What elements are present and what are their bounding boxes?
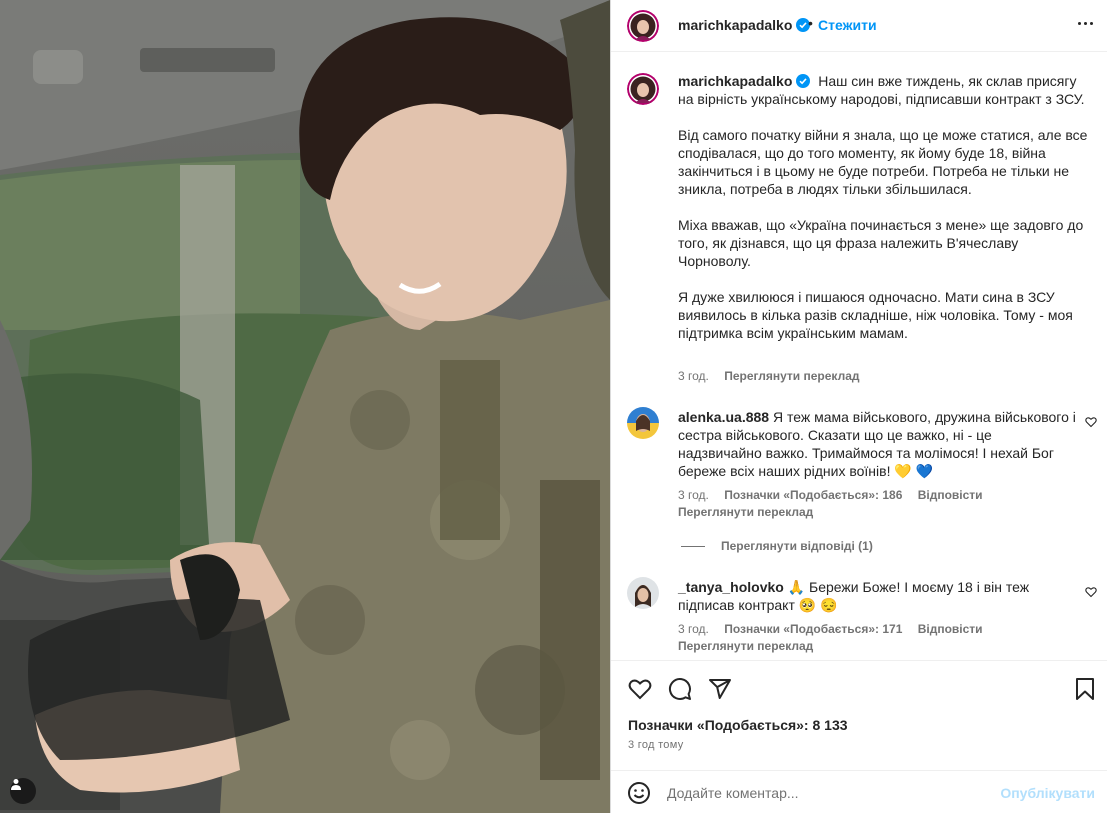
reply-button[interactable]: Відповісти xyxy=(918,488,983,502)
caption-paragraph: marichkapadalko Наш син вже тиждень, як … xyxy=(678,73,1085,107)
comment-translate-link[interactable]: Переглянути переклад xyxy=(678,639,813,653)
heart-icon[interactable] xyxy=(628,677,652,701)
comment-likes[interactable]: Позначки «Подобається»: 171 xyxy=(724,622,902,636)
post-time[interactable]: 3 год тому xyxy=(628,739,684,751)
comment-time[interactable]: 3 год. xyxy=(678,622,709,636)
post-likes[interactable]: Позначки «Подобається»: 8 133 xyxy=(628,717,848,733)
caption-time[interactable]: 3 год. xyxy=(678,369,709,383)
caption-translate-link[interactable]: Переглянути переклад xyxy=(724,369,859,383)
commenter-avatar[interactable] xyxy=(627,407,659,439)
comment-time[interactable]: 3 год. xyxy=(678,488,709,502)
user-tag-button[interactable] xyxy=(10,778,36,804)
reply-button[interactable]: Відповісти xyxy=(918,622,983,636)
view-replies-button[interactable]: Переглянути відповіді (1) xyxy=(678,539,873,553)
commenter-username[interactable]: _tanya_holovko xyxy=(678,579,784,595)
user-tag-icon xyxy=(11,779,21,790)
post-actions: Позначки «Подобається»: 8 133 3 год тому… xyxy=(611,660,1107,813)
replies-line xyxy=(681,545,705,547)
post-photo xyxy=(0,0,610,813)
comment-translate-row: Переглянути переклад xyxy=(678,639,813,653)
caption-author-avatar[interactable] xyxy=(627,73,659,105)
post-header: marichkapadalko • Стежити xyxy=(611,0,1107,52)
commenter-username[interactable]: alenka.ua.888 xyxy=(678,409,769,425)
verified-icon xyxy=(796,74,811,88)
comment-input[interactable] xyxy=(667,779,987,807)
caption-paragraph: Міха вважав, що «Україна починається з м… xyxy=(678,217,1084,269)
caption-paragraph: Я дуже хвилююся і пишаюся одночасно. Мат… xyxy=(678,289,1073,341)
comment-icon[interactable] xyxy=(668,677,692,701)
emoji-icon[interactable] xyxy=(627,781,651,805)
comment-translate-link[interactable]: Переглянути переклад xyxy=(678,505,813,519)
caption-paragraph: Від самого початку війни я знала, що це … xyxy=(678,127,1088,197)
share-icon[interactable] xyxy=(708,677,732,701)
separator-dot: • xyxy=(808,15,813,31)
caption-meta: 3 год. Переглянути переклад xyxy=(678,369,860,383)
comment-bar: Опублікувати xyxy=(611,770,1107,813)
post-image xyxy=(0,0,610,813)
comment: alenka.ua.888 Я теж мама військового, др… xyxy=(678,408,1078,480)
bookmark-icon[interactable] xyxy=(1074,677,1096,701)
author-username[interactable]: marichkapadalko xyxy=(678,17,811,33)
publish-button[interactable]: Опублікувати xyxy=(1000,785,1095,801)
comment-meta: 3 год. Позначки «Подобається»: 171 Відпо… xyxy=(678,622,983,636)
post-side-panel: marichkapadalko • Стежити marichkapadalk… xyxy=(611,0,1107,813)
view-replies-label: Переглянути відповіді (1) xyxy=(721,539,873,553)
comment-translate-row: Переглянути переклад xyxy=(678,505,813,519)
comment: _tanya_holovko 🙏 Бережи Боже! І моєму 18… xyxy=(678,578,1078,614)
heart-icon[interactable] xyxy=(1085,416,1097,428)
follow-button[interactable]: Стежити xyxy=(818,17,877,33)
commenter-avatar[interactable] xyxy=(627,577,659,609)
more-options-button[interactable] xyxy=(1078,22,1093,25)
comment-meta: 3 год. Позначки «Подобається»: 186 Відпо… xyxy=(678,488,983,502)
caption-username[interactable]: marichkapadalko xyxy=(678,73,811,89)
post-caption: marichkapadalko Наш син вже тиждень, як … xyxy=(678,72,1088,360)
more-icon xyxy=(1078,22,1093,25)
author-avatar[interactable] xyxy=(627,10,659,42)
heart-icon[interactable] xyxy=(1085,586,1097,598)
comment-likes[interactable]: Позначки «Подобається»: 186 xyxy=(724,488,902,502)
